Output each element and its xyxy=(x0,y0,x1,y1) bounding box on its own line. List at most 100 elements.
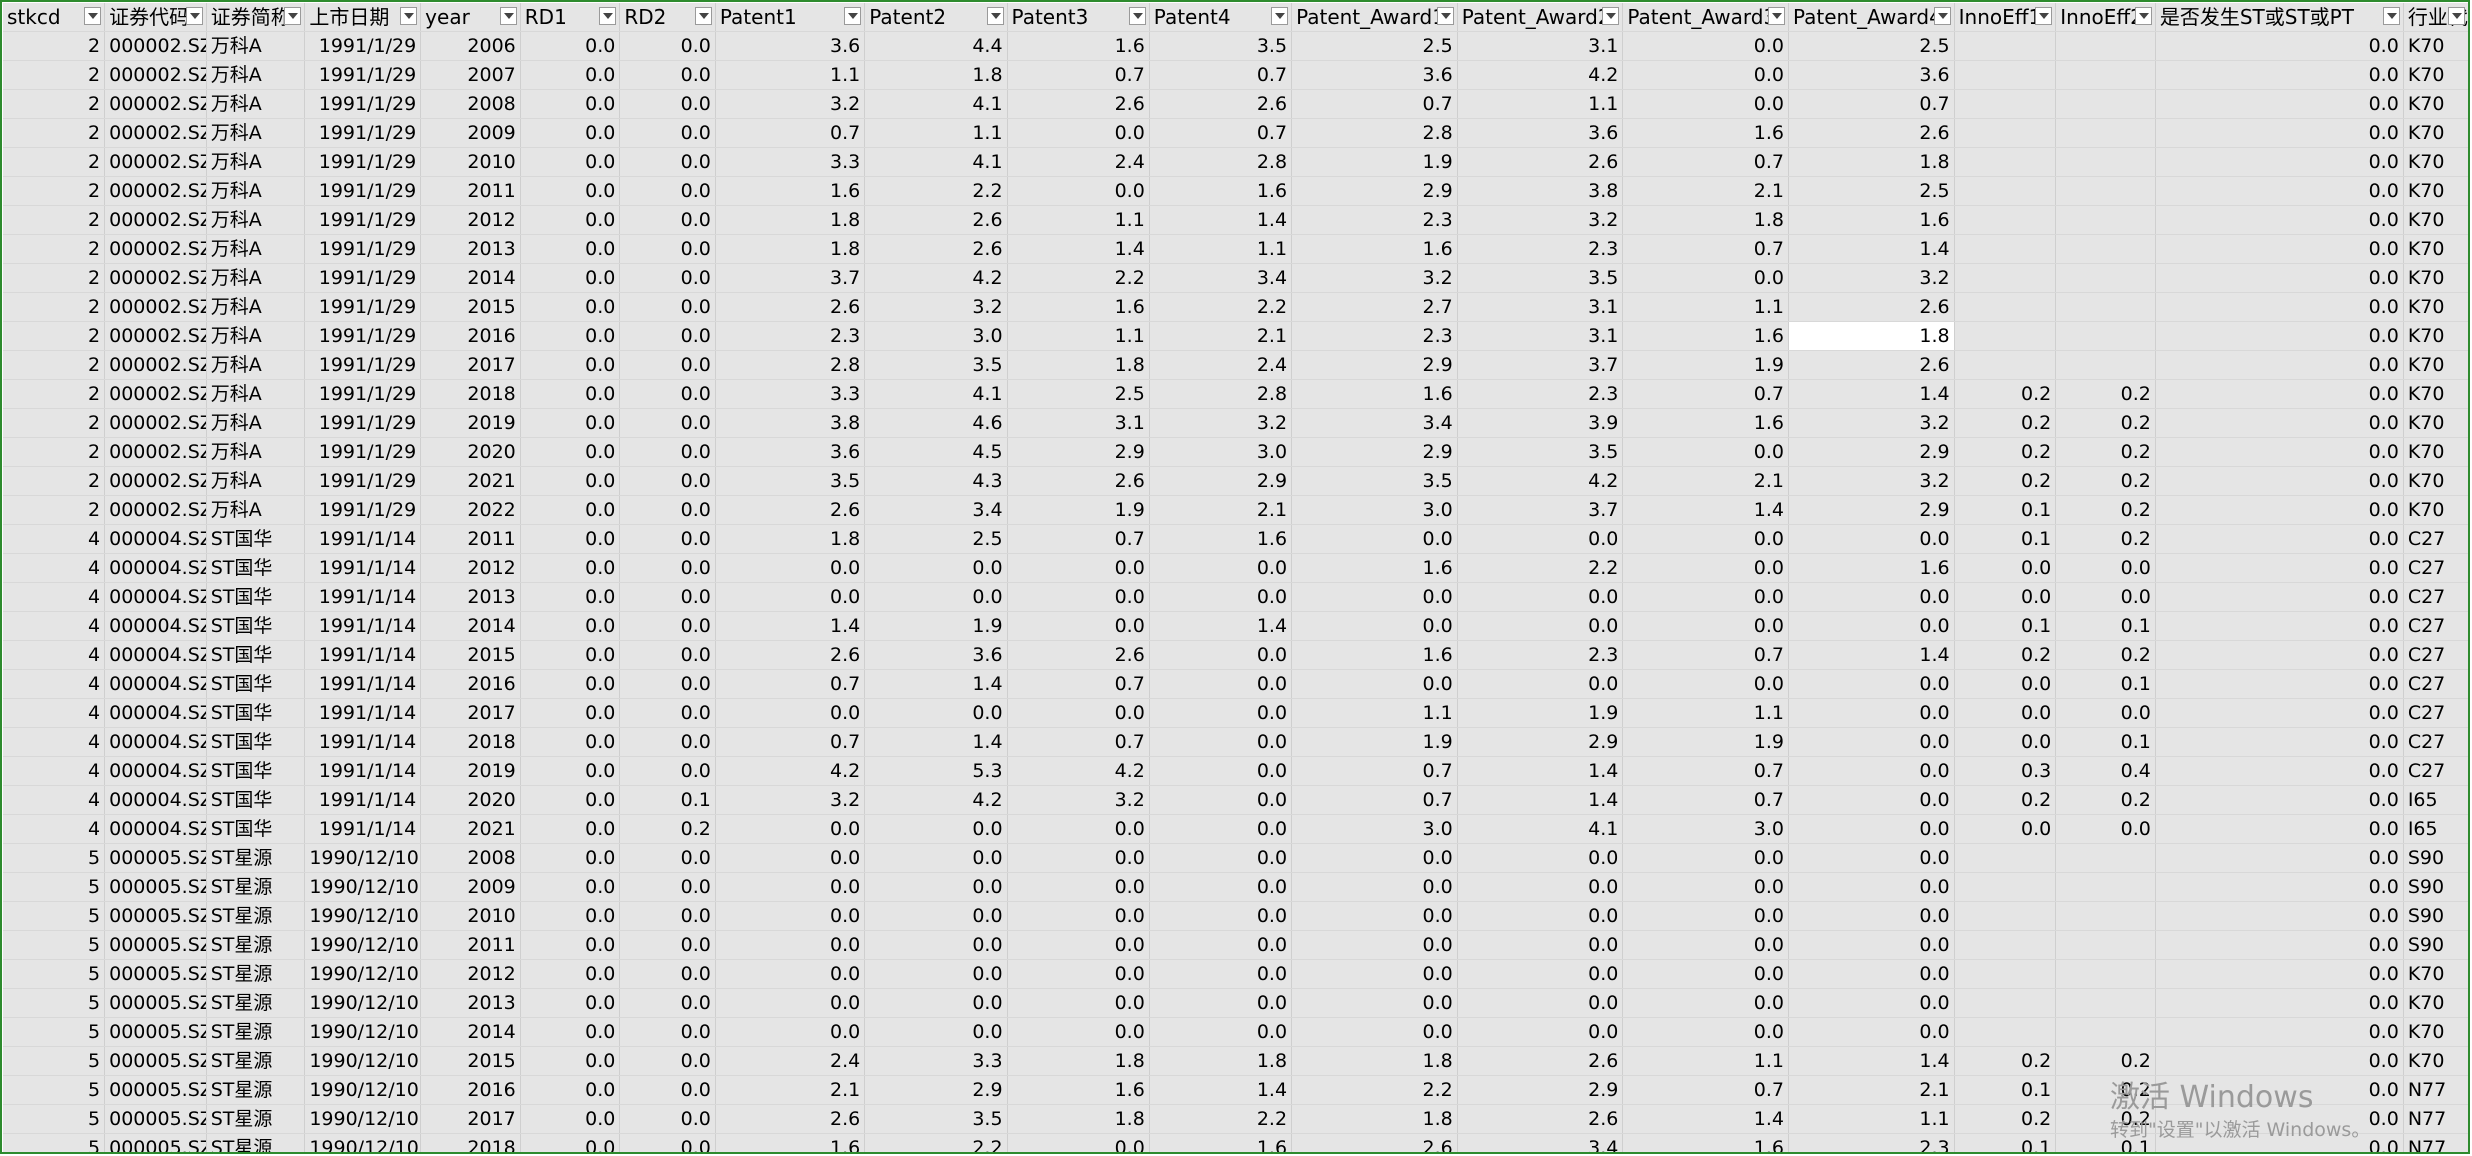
table-cell[interactable]: 0.0 xyxy=(619,89,716,119)
table-cell[interactable]: C27 xyxy=(2403,669,2469,699)
table-cell[interactable]: ST国华 xyxy=(206,640,306,670)
table-cell[interactable]: 1.6 xyxy=(1291,640,1458,670)
table-cell[interactable]: 0.0 xyxy=(619,872,716,902)
table-cell[interactable]: 0.0 xyxy=(1149,843,1293,873)
table-cell[interactable] xyxy=(1954,234,2057,264)
table-cell[interactable]: 2018 xyxy=(420,727,521,757)
table-cell[interactable]: 4 xyxy=(3,640,106,670)
table-cell[interactable]: 0.0 xyxy=(520,988,621,1018)
table-cell[interactable]: 0.0 xyxy=(520,89,621,119)
table-cell[interactable]: ST国华 xyxy=(206,582,306,612)
table-cell[interactable]: 1.4 xyxy=(1149,1075,1293,1105)
table-cell[interactable]: 3.5 xyxy=(864,350,1008,380)
table-cell[interactable]: 3.5 xyxy=(715,466,866,496)
table-cell[interactable]: 0.0 xyxy=(520,147,621,177)
table-cell[interactable]: 3.2 xyxy=(1457,205,1624,235)
table-cell[interactable]: 0.0 xyxy=(619,553,716,583)
table-cell[interactable]: 1991/1/14 xyxy=(304,698,422,728)
table-cell[interactable]: 3.5 xyxy=(1149,31,1293,61)
table-cell[interactable]: 2.8 xyxy=(1149,379,1293,409)
table-cell[interactable]: 2.6 xyxy=(864,234,1008,264)
table-cell[interactable]: 5 xyxy=(3,901,106,931)
table-cell[interactable]: 0.0 xyxy=(2155,727,2404,757)
filter-dropdown-icon[interactable] xyxy=(2448,7,2465,25)
table-cell[interactable]: 3.4 xyxy=(864,495,1008,525)
table-cell[interactable]: 0.0 xyxy=(1622,959,1789,989)
table-cell[interactable]: 0.0 xyxy=(520,60,621,90)
table-cell[interactable]: 3.0 xyxy=(1622,814,1789,844)
table-cell[interactable]: ST国华 xyxy=(206,698,306,728)
table-cell[interactable]: 000002.SZ xyxy=(104,205,207,235)
table-cell[interactable]: 0.0 xyxy=(520,176,621,206)
table-cell[interactable]: 0.0 xyxy=(1457,988,1624,1018)
table-cell[interactable]: 4 xyxy=(3,524,106,554)
table-cell[interactable]: 0.0 xyxy=(1622,1017,1789,1047)
table-cell[interactable]: 0.2 xyxy=(1954,1104,2057,1134)
table-cell[interactable]: 3.8 xyxy=(715,408,866,438)
table-cell[interactable]: 0.0 xyxy=(1788,930,1955,960)
table-cell[interactable]: 0.0 xyxy=(2155,901,2404,931)
table-cell[interactable]: 2 xyxy=(3,437,106,467)
table-cell[interactable]: 0.0 xyxy=(864,959,1008,989)
table-cell[interactable]: 1.4 xyxy=(864,727,1008,757)
table-cell[interactable]: 0.0 xyxy=(1007,988,1150,1018)
table-cell[interactable]: 2.1 xyxy=(1622,466,1789,496)
table-cell[interactable]: 0.0 xyxy=(1007,1133,1150,1153)
table-cell[interactable]: 1991/1/29 xyxy=(304,466,422,496)
table-cell[interactable]: 1.9 xyxy=(1291,727,1458,757)
table-cell[interactable]: 1.8 xyxy=(1788,321,1955,351)
table-cell[interactable]: 000005.SZ xyxy=(104,872,207,902)
table-cell[interactable]: 0.0 xyxy=(2155,234,2404,264)
table-cell[interactable]: 0.0 xyxy=(619,640,716,670)
table-cell[interactable]: 0.0 xyxy=(1788,727,1955,757)
table-cell[interactable]: 4.1 xyxy=(864,147,1008,177)
table-cell[interactable]: 2.6 xyxy=(1291,1133,1458,1153)
table-cell[interactable]: 0.0 xyxy=(2155,379,2404,409)
table-cell[interactable]: 0.2 xyxy=(1954,408,2057,438)
column-header[interactable]: year xyxy=(420,3,521,32)
table-cell[interactable]: 0.0 xyxy=(2155,176,2404,206)
table-cell[interactable]: 2020 xyxy=(420,785,521,815)
table-cell[interactable]: 0.0 xyxy=(715,843,866,873)
table-cell[interactable]: 万科A xyxy=(206,495,306,525)
table-cell[interactable]: 000005.SZ xyxy=(104,930,207,960)
table-cell[interactable]: 1990/12/10 xyxy=(304,843,422,873)
table-cell[interactable]: 0.0 xyxy=(2155,147,2404,177)
table-cell[interactable]: 0.0 xyxy=(1007,872,1150,902)
table-cell[interactable]: 0.0 xyxy=(2155,292,2404,322)
table-cell[interactable]: 0.0 xyxy=(2155,1017,2404,1047)
table-cell[interactable]: 0.0 xyxy=(864,1017,1008,1047)
table-cell[interactable]: 万科A xyxy=(206,437,306,467)
table-cell[interactable]: 0.0 xyxy=(2155,350,2404,380)
table-cell[interactable]: 0.0 xyxy=(1007,611,1150,641)
table-cell[interactable]: 2.4 xyxy=(1007,147,1150,177)
table-cell[interactable]: 5 xyxy=(3,988,106,1018)
table-cell[interactable]: 1.8 xyxy=(1007,1104,1150,1134)
table-cell[interactable]: 2.4 xyxy=(1149,350,1293,380)
table-cell[interactable]: 0.0 xyxy=(2155,1046,2404,1076)
table-cell[interactable]: ST国华 xyxy=(206,814,306,844)
table-cell[interactable]: 1.4 xyxy=(1457,756,1624,786)
table-cell[interactable]: 000002.SZ xyxy=(104,176,207,206)
table-cell[interactable]: 000004.SZ xyxy=(104,669,207,699)
table-cell[interactable]: 3.2 xyxy=(715,89,866,119)
table-cell[interactable]: 2.1 xyxy=(1149,321,1293,351)
table-cell[interactable]: 2.3 xyxy=(1291,205,1458,235)
table-cell[interactable]: 2.6 xyxy=(1007,466,1150,496)
table-cell[interactable]: ST国华 xyxy=(206,611,306,641)
table-cell[interactable]: 0.7 xyxy=(1622,379,1789,409)
table-cell[interactable]: 1.6 xyxy=(1007,31,1150,61)
table-cell[interactable]: 1990/12/10 xyxy=(304,1046,422,1076)
table-cell[interactable]: 1991/1/14 xyxy=(304,814,422,844)
filter-dropdown-icon[interactable] xyxy=(499,7,517,25)
filter-dropdown-icon[interactable] xyxy=(1271,7,1289,25)
table-cell[interactable]: 000002.SZ xyxy=(104,118,207,148)
table-cell[interactable]: I65 xyxy=(2403,814,2469,844)
table-cell[interactable]: 1.6 xyxy=(715,1133,866,1153)
table-cell[interactable]: 2.3 xyxy=(715,321,866,351)
table-cell[interactable]: 0.0 xyxy=(1788,698,1955,728)
table-cell[interactable]: 0.0 xyxy=(1007,901,1150,931)
table-cell[interactable] xyxy=(2055,959,2156,989)
table-cell[interactable]: 1.8 xyxy=(1622,205,1789,235)
table-cell[interactable]: 0.0 xyxy=(1457,611,1624,641)
